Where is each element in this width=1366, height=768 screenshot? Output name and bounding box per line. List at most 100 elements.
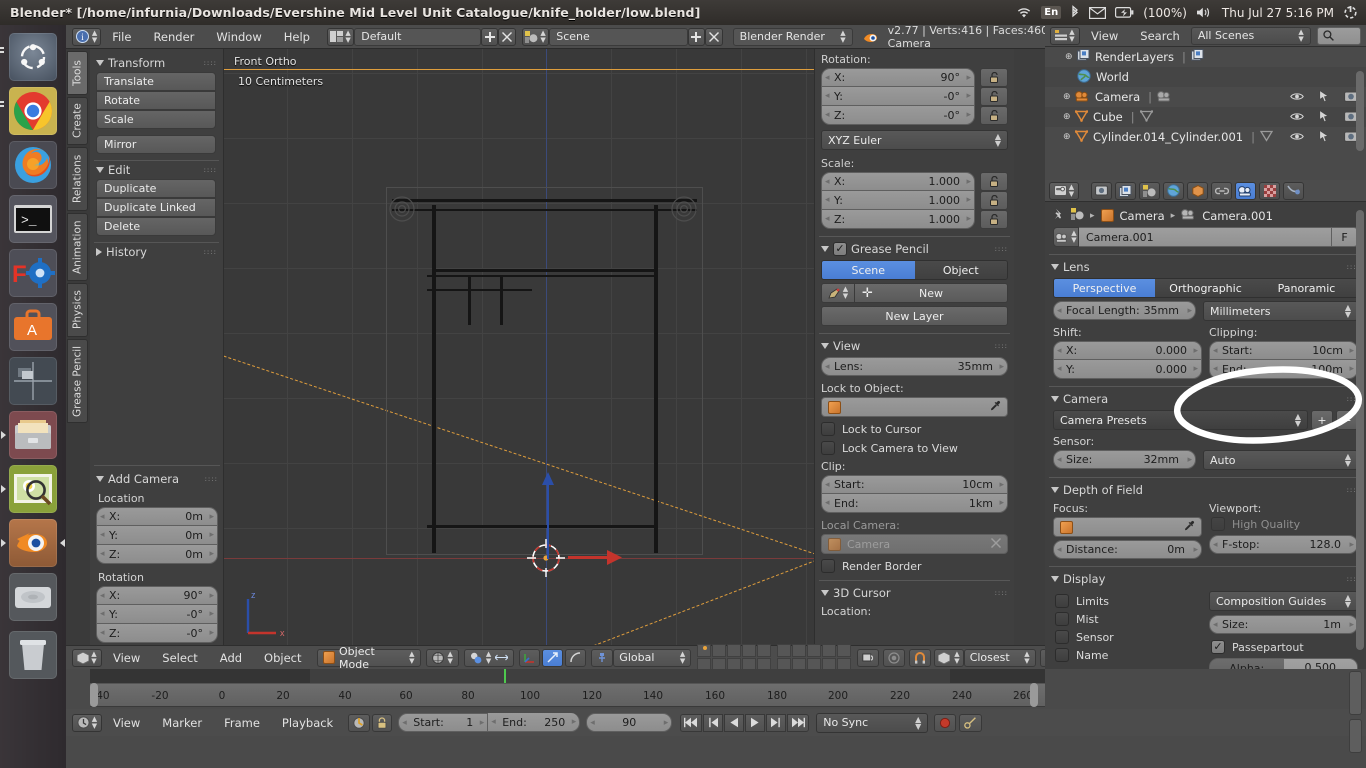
- fstop-field[interactable]: F-stop: 128.0: [1209, 535, 1358, 554]
- menu-help[interactable]: Help: [273, 25, 321, 49]
- ubuntu-software-icon[interactable]: A: [9, 303, 57, 351]
- viewport-menu-select[interactable]: Select: [151, 646, 208, 670]
- delete-button[interactable]: Delete: [96, 217, 216, 236]
- timeline-menu-frame[interactable]: Frame: [213, 711, 271, 735]
- scale-z-lock-icon[interactable]: [980, 210, 1008, 229]
- delete-scene-button[interactable]: [705, 27, 723, 46]
- scale-z-field[interactable]: Z: 1.000: [821, 210, 975, 229]
- screen-layout-icon[interactable]: ▲ ▼: [326, 27, 355, 46]
- lock-to-cursor-row[interactable]: Lock to Cursor: [821, 422, 1014, 436]
- expand-toggle-icon[interactable]: ⊕: [1063, 132, 1071, 142]
- grease-pencil-checkbox[interactable]: ✓: [833, 242, 847, 256]
- editor-type-icon-properties[interactable]: ▲ ▼: [1049, 181, 1079, 200]
- side-scroll-handle-1[interactable]: [1349, 671, 1362, 715]
- panel-header-edit[interactable]: Edit ::::: [90, 161, 223, 179]
- layer-button-12[interactable]: [792, 644, 807, 657]
- lens-unit-select[interactable]: Millimeters ▲ ▼: [1203, 301, 1358, 321]
- name-checkbox[interactable]: [1055, 648, 1069, 662]
- outliner-row-camera[interactable]: ⊕ Camera |: [1045, 87, 1366, 107]
- transform-orientation-icon[interactable]: [591, 648, 614, 667]
- passepartout-checkbox[interactable]: ✓: [1211, 640, 1225, 654]
- display-size-field[interactable]: Size: 1m: [1209, 615, 1358, 634]
- duplicate-linked-button[interactable]: Duplicate Linked: [96, 198, 216, 217]
- panel-header-camera[interactable]: Camera ::::: [1045, 390, 1366, 408]
- snap-magnet-button[interactable]: [909, 648, 932, 667]
- outliner-search-input[interactable]: [1316, 26, 1361, 45]
- world-tab[interactable]: [1163, 181, 1184, 200]
- rotation-y-field[interactable]: Y: -0°: [96, 605, 218, 624]
- location-z-field[interactable]: Z: 0m: [96, 545, 218, 564]
- toolshelf-tab-relations[interactable]: Relations: [67, 147, 88, 211]
- gp-new-layer-button[interactable]: New Layer: [821, 306, 1008, 326]
- auto-keying-button[interactable]: [934, 713, 957, 732]
- expand-toggle-icon[interactable]: ⊕: [1063, 92, 1071, 102]
- name-row[interactable]: Name: [1055, 648, 1202, 662]
- play-button[interactable]: [745, 713, 766, 732]
- timeline-menu-view[interactable]: View: [102, 711, 151, 735]
- focal-length-field[interactable]: Focal Length: 35mm: [1053, 301, 1196, 320]
- panel-header-add-camera[interactable]: Add Camera ::::: [90, 470, 224, 488]
- proportional-edit-button[interactable]: [883, 648, 906, 667]
- scale-button[interactable]: Scale: [96, 110, 216, 129]
- properties-scrollbar[interactable]: [1356, 210, 1364, 650]
- timeline-menu-marker[interactable]: Marker: [151, 711, 213, 735]
- panel-header-grease-pencil[interactable]: ✓ Grease Pencil ::::: [815, 240, 1014, 258]
- rotate-button[interactable]: Rotate: [96, 91, 216, 110]
- only-selected-channels-button[interactable]: [348, 713, 371, 732]
- lock-camera-to-view-checkbox[interactable]: [821, 441, 835, 455]
- rotation-x-lock-icon[interactable]: [980, 68, 1008, 87]
- shift-x-field[interactable]: X: 0.000: [1053, 341, 1202, 360]
- snap-element-icon[interactable]: ▲ ▼: [934, 648, 964, 667]
- manipulator-translate-button[interactable]: [519, 648, 541, 667]
- layer-button-11[interactable]: [777, 644, 792, 657]
- scene-field[interactable]: Scene: [549, 27, 688, 46]
- editor-type-icon-timeline[interactable]: ▲ ▼: [72, 713, 102, 732]
- end-frame-field[interactable]: End: 250: [488, 713, 581, 732]
- gp-source-object[interactable]: Object: [914, 261, 1007, 279]
- ubuntu-dash-icon[interactable]: [9, 33, 57, 81]
- remove-preset-button[interactable]: −: [1336, 410, 1358, 430]
- trash-icon[interactable]: [9, 631, 57, 679]
- layer-button-15[interactable]: [837, 644, 852, 657]
- visibility-eye-icon[interactable]: [1290, 130, 1304, 144]
- keying-set-button[interactable]: [959, 713, 983, 732]
- toolshelf-tab-tools[interactable]: Tools: [67, 51, 88, 95]
- gp-datablock-browse-icon[interactable]: ▲ ▼: [821, 283, 855, 303]
- eyedropper-icon[interactable]: [1184, 520, 1195, 534]
- dof-focus-object-field[interactable]: [1053, 517, 1202, 537]
- editor-type-icon-info[interactable]: i ▲ ▼: [72, 27, 102, 46]
- gp-new-button[interactable]: ✛ New: [855, 283, 1008, 303]
- disk-icon[interactable]: [9, 573, 57, 621]
- viewport-menu-view[interactable]: View: [102, 646, 151, 670]
- firefox-icon[interactable]: [9, 141, 57, 189]
- interaction-mode-select[interactable]: Object Mode ▲ ▼: [316, 645, 421, 671]
- rotation-x-field[interactable]: X: 90°: [821, 68, 975, 87]
- 3d-viewport[interactable]: z x Front Ortho 10 Centimeters (90) Came…: [224, 49, 814, 669]
- lens-type-panoramic[interactable]: Panoramic: [1256, 279, 1357, 297]
- outliner-display-mode-select[interactable]: All Scenes ▲ ▼: [1190, 26, 1311, 45]
- scene-browse-icon[interactable]: ▲ ▼: [521, 27, 550, 46]
- scale-x-lock-icon[interactable]: [980, 172, 1008, 191]
- rotation-mode-select[interactable]: XYZ Euler ▲ ▼: [821, 130, 1008, 150]
- rotation-z-lock-icon[interactable]: [980, 106, 1008, 125]
- lock-time-button[interactable]: [372, 713, 393, 732]
- snap-target-select[interactable]: Closest ▲ ▼: [963, 648, 1036, 667]
- location-y-field[interactable]: Y: 0m: [96, 526, 218, 545]
- panel-header-3d-cursor[interactable]: 3D Cursor ::::: [815, 584, 1014, 602]
- clock-label[interactable]: Thu Jul 27 5:16 PM: [1222, 6, 1334, 20]
- object-data-camera-tab[interactable]: [1235, 181, 1256, 200]
- blender-icon[interactable]: [9, 519, 57, 567]
- lens-type-perspective[interactable]: Perspective: [1054, 279, 1155, 297]
- keyboard-layout-indicator[interactable]: En: [1041, 6, 1062, 19]
- scale-y-lock-icon[interactable]: [980, 191, 1008, 210]
- menu-render[interactable]: Render: [142, 25, 205, 49]
- limits-row[interactable]: Limits: [1055, 594, 1202, 608]
- files-icon[interactable]: [9, 411, 57, 459]
- bluetooth-icon[interactable]: [1070, 4, 1080, 22]
- panel-header-transform[interactable]: Transform ::::: [90, 54, 223, 72]
- outliner-menu-search[interactable]: Search: [1129, 24, 1191, 48]
- layer-grid-1[interactable]: [697, 644, 852, 671]
- lens-type-orthographic[interactable]: Orthographic: [1155, 279, 1256, 297]
- clear-icon[interactable]: [991, 537, 1001, 551]
- rotation-z-field[interactable]: Z: -0°: [821, 106, 975, 125]
